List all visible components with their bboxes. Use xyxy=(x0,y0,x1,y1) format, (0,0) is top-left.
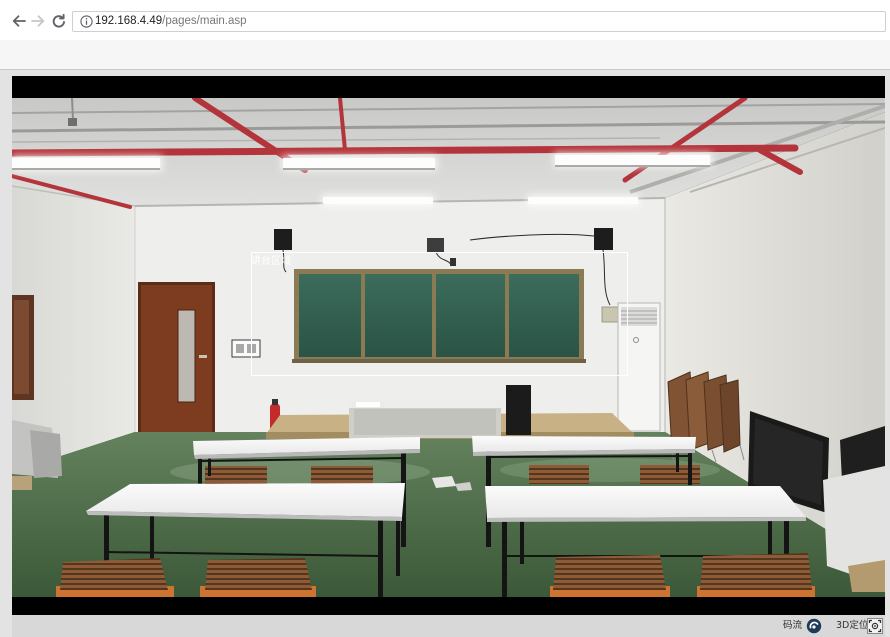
address-bar[interactable]: 192.168.4.49/pages/main.asp xyxy=(72,11,886,32)
detection-region-label: 讲台区域 xyxy=(251,254,291,267)
classroom-scene xyxy=(12,98,885,597)
stream-label: 码流 xyxy=(783,620,803,631)
chair xyxy=(60,558,168,590)
chair xyxy=(529,465,589,484)
ceiling-light xyxy=(555,155,710,165)
stream-icon xyxy=(806,618,822,634)
url-path: /pages/main.asp xyxy=(162,15,247,27)
wall-box xyxy=(601,306,621,323)
video-toolbar: 码流 3D定位 xyxy=(12,615,885,637)
floor-debris xyxy=(432,476,456,488)
ceiling-light xyxy=(283,158,435,168)
air-conditioner xyxy=(617,302,661,432)
pc-tower xyxy=(506,385,531,435)
url-host: 192.168.4.49 xyxy=(95,15,163,27)
url-text: 192.168.4.49/pages/main.asp xyxy=(95,14,247,29)
reload-icon xyxy=(52,13,65,28)
chair xyxy=(553,555,666,590)
wall-device xyxy=(450,258,456,266)
3d-position-label: 3D定位 xyxy=(836,620,869,631)
3d-position-button[interactable] xyxy=(867,618,883,634)
3d-position-icon xyxy=(867,618,883,634)
site-info-button[interactable] xyxy=(80,15,93,28)
fire-extinguisher-head xyxy=(272,399,278,405)
stream-button[interactable] xyxy=(806,618,822,634)
chair xyxy=(700,553,812,590)
ceiling-light xyxy=(323,197,433,204)
floor-box xyxy=(12,476,32,490)
chair xyxy=(205,558,312,590)
chair xyxy=(205,466,267,485)
door xyxy=(138,282,215,432)
speaker xyxy=(594,228,613,250)
ceiling-light xyxy=(12,158,160,168)
wall-device xyxy=(427,238,444,252)
reload-button[interactable] xyxy=(51,13,67,29)
wall-sign xyxy=(231,339,261,358)
chair xyxy=(311,466,373,485)
leaning-panel xyxy=(30,430,62,478)
ceiling-light xyxy=(528,197,638,204)
back-button[interactable] xyxy=(11,13,27,29)
live-video-feed[interactable]: 讲台区域 xyxy=(12,76,885,615)
live-view-panel[interactable]: 讲台区域 xyxy=(12,76,885,615)
speaker xyxy=(274,229,292,250)
info-icon xyxy=(80,15,93,28)
arrow-left-icon xyxy=(12,15,26,27)
wall-picture-inner xyxy=(14,300,29,394)
browser-toolbar: 192.168.4.49/pages/main.asp xyxy=(0,0,890,40)
blackboard xyxy=(292,269,586,363)
forward-button[interactable] xyxy=(30,13,46,29)
podium-desk xyxy=(349,401,501,438)
arrow-right-icon xyxy=(31,15,45,27)
page-header-bar xyxy=(0,40,890,69)
